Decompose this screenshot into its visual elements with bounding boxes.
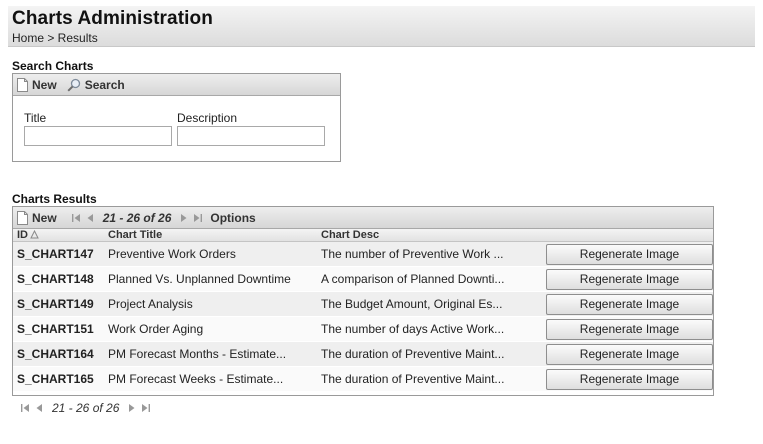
results-pager: 21 - 26 of 26 Options [71, 211, 256, 225]
new-chart-button[interactable]: New [17, 77, 57, 92]
bottom-pager-range: 21 - 26 of 26 [52, 401, 120, 415]
regenerate-image-button[interactable]: Regenerate Image [546, 343, 713, 365]
chart-title: Work Order Aging [104, 316, 317, 342]
column-header-desc[interactable]: Chart Desc [317, 229, 531, 242]
previous-page-icon[interactable] [34, 403, 45, 413]
next-page-icon[interactable] [178, 213, 189, 223]
page-header: Charts Administration Home > Results [8, 6, 755, 47]
table-row[interactable]: S_CHART164 PM Forecast Months - Estimate… [13, 341, 713, 367]
chart-title: Planned Vs. Unplanned Downtime [104, 266, 317, 292]
last-page-icon[interactable] [192, 213, 203, 223]
chart-id[interactable]: S_CHART165 [13, 366, 104, 392]
last-page-icon[interactable] [140, 403, 151, 413]
bottom-pager: 21 - 26 of 26 [20, 401, 151, 415]
sort-ascending-icon [30, 229, 39, 239]
breadcrumb[interactable]: Home > Results [12, 31, 98, 45]
results-section-title: Charts Results [12, 192, 97, 206]
chart-desc: A comparison of Planned Downti... [317, 266, 531, 292]
table-row[interactable]: S_CHART151 Work Order Aging The number o… [13, 316, 713, 342]
action-cell: Regenerate Image [531, 316, 713, 342]
regenerate-image-button[interactable]: Regenerate Image [546, 268, 713, 290]
new-result-button[interactable]: New [17, 210, 57, 225]
chart-id[interactable]: S_CHART149 [13, 291, 104, 317]
next-page-icon[interactable] [126, 403, 137, 413]
chart-title: PM Forecast Months - Estimate... [104, 341, 317, 367]
chart-title: Preventive Work Orders [104, 241, 317, 267]
new-document-icon [17, 77, 28, 92]
regenerate-image-button[interactable]: Regenerate Image [546, 368, 713, 390]
regenerate-image-button[interactable]: Regenerate Image [546, 293, 713, 315]
column-header-title[interactable]: Chart Title [104, 229, 317, 242]
description-field-label: Description [177, 111, 238, 125]
title-field[interactable] [24, 126, 172, 146]
table-row[interactable]: S_CHART149 Project Analysis The Budget A… [13, 291, 713, 317]
chart-desc: The duration of Preventive Maint... [317, 366, 531, 392]
search-panel: New Search Title Description [12, 73, 341, 162]
action-cell: Regenerate Image [531, 291, 713, 317]
description-field[interactable] [177, 126, 325, 146]
chart-desc: The number of Preventive Work ... [317, 241, 531, 267]
search-icon [67, 78, 80, 92]
results-toolbar: New 21 - 26 of 26 Options [13, 207, 713, 229]
new-label: New [32, 77, 57, 92]
chart-id[interactable]: S_CHART147 [13, 241, 104, 267]
chart-desc: The number of days Active Work... [317, 316, 531, 342]
first-page-icon[interactable] [71, 213, 82, 223]
chart-id[interactable]: S_CHART164 [13, 341, 104, 367]
table-row[interactable]: S_CHART165 PM Forecast Weeks - Estimate.… [13, 366, 713, 392]
chart-title: Project Analysis [104, 291, 317, 317]
chart-desc: The duration of Preventive Maint... [317, 341, 531, 367]
action-cell: Regenerate Image [531, 366, 713, 392]
table-row[interactable]: S_CHART147 Preventive Work Orders The nu… [13, 241, 713, 267]
results-header-row: ID Chart Title Chart Desc [13, 229, 713, 242]
chart-id[interactable]: S_CHART148 [13, 266, 104, 292]
column-header-id[interactable]: ID [13, 229, 104, 242]
chart-title: PM Forecast Weeks - Estimate... [104, 366, 317, 392]
column-header-actions [531, 229, 713, 242]
results-table: ID Chart Title Chart Desc S_CHART147 Pre… [13, 229, 713, 392]
results-panel: New 21 - 26 of 26 Options ID Chart Title… [12, 206, 714, 396]
new-document-icon [17, 210, 28, 225]
search-button[interactable]: Search [67, 78, 125, 92]
first-page-icon[interactable] [20, 403, 31, 413]
title-field-label: Title [24, 111, 47, 125]
previous-page-icon[interactable] [85, 213, 96, 223]
chart-desc: The Budget Amount, Original Es... [317, 291, 531, 317]
action-cell: Regenerate Image [531, 266, 713, 292]
new-label: New [32, 210, 57, 225]
action-cell: Regenerate Image [531, 241, 713, 267]
column-id-label: ID [17, 229, 28, 241]
chart-id[interactable]: S_CHART151 [13, 316, 104, 342]
search-section-title: Search Charts [12, 59, 94, 73]
options-button[interactable]: Options [210, 211, 255, 225]
regenerate-image-button[interactable]: Regenerate Image [546, 243, 713, 265]
table-row[interactable]: S_CHART148 Planned Vs. Unplanned Downtim… [13, 266, 713, 292]
search-label: Search [84, 77, 125, 92]
regenerate-image-button[interactable]: Regenerate Image [546, 318, 713, 340]
search-toolbar: New Search [13, 74, 340, 96]
page-title: Charts Administration [12, 8, 213, 29]
action-cell: Regenerate Image [531, 341, 713, 367]
pager-range: 21 - 26 of 26 [102, 210, 172, 225]
